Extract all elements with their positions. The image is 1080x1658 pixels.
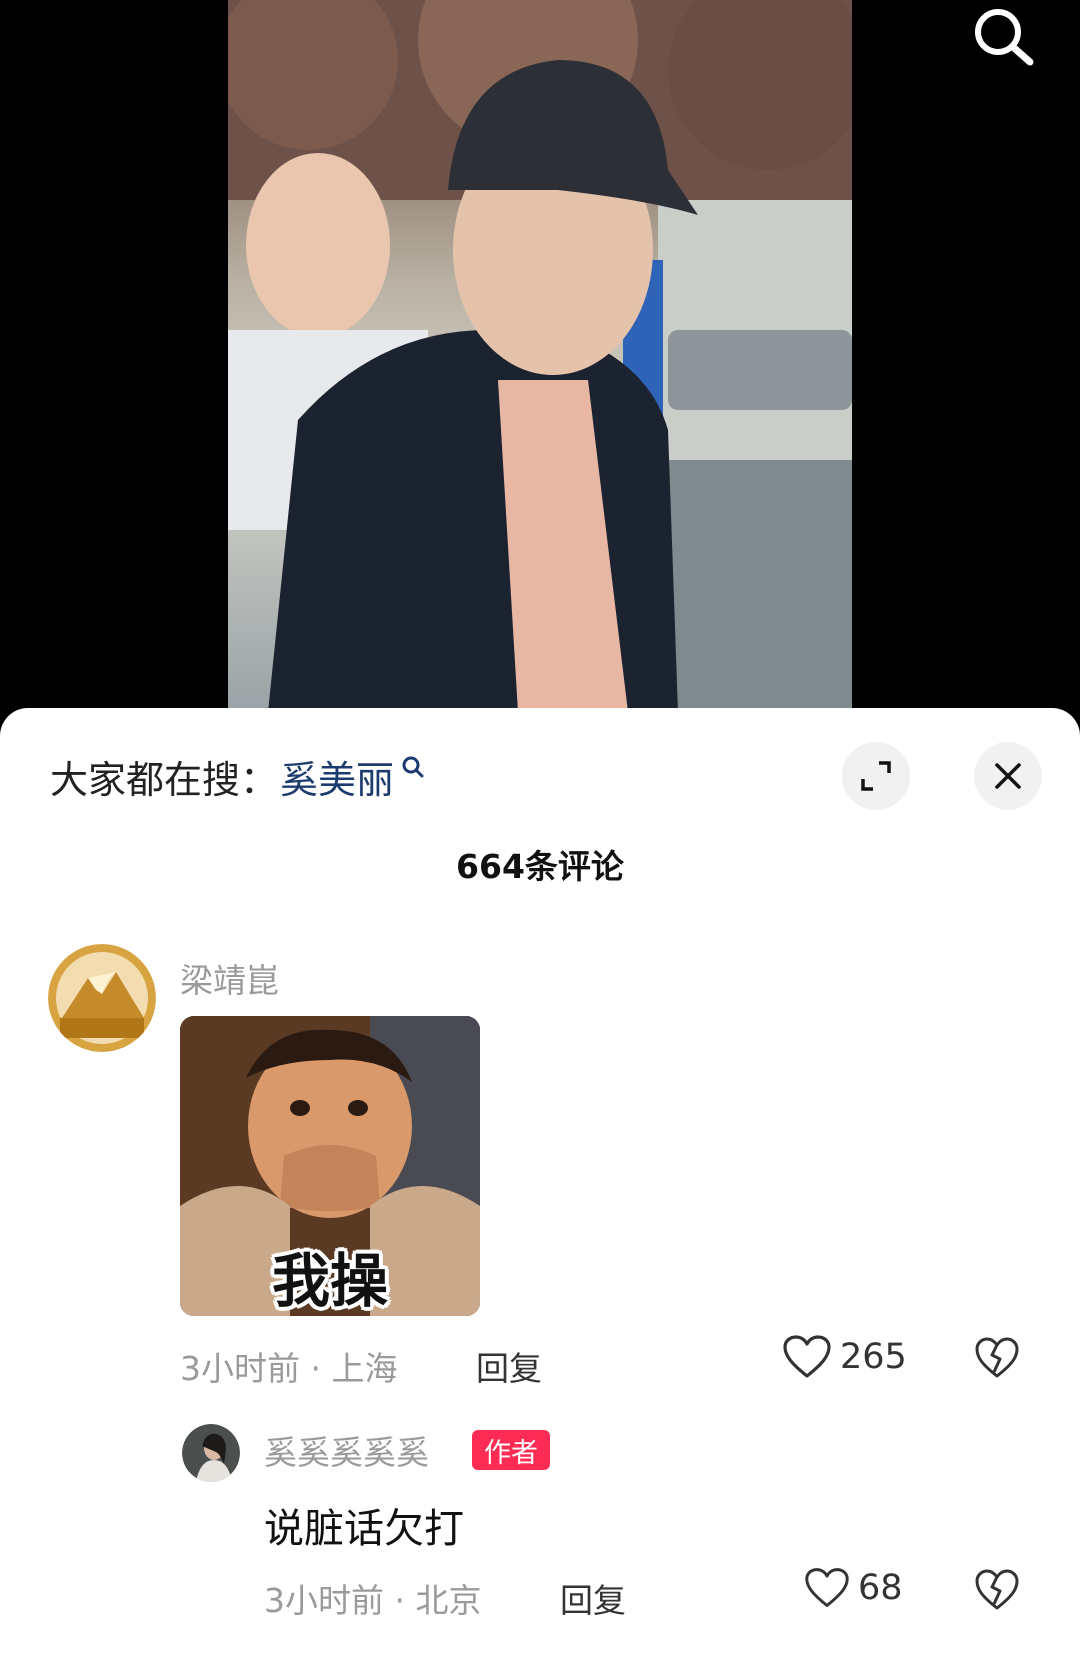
close-icon <box>995 763 1021 789</box>
trending-prefix: 大家都在搜： <box>50 757 279 802</box>
expand-button[interactable] <box>842 742 910 810</box>
author-badge: 作者 <box>472 1430 550 1470</box>
expand-icon <box>861 761 891 791</box>
reply-button[interactable]: 回复 <box>560 1574 626 1622</box>
comment-meme-image[interactable]: 我操 <box>180 1016 480 1316</box>
reply-username[interactable]: 奚奚奚奚奚 <box>264 1426 429 1474</box>
reply-avatar[interactable] <box>182 1424 240 1482</box>
broken-heart-icon <box>975 1569 1019 1610</box>
reply-text: 说脏话欠打 <box>264 1506 464 1552</box>
comment-count: 664条评论 <box>456 847 624 886</box>
heart-icon <box>805 1568 849 1607</box>
avatar-image <box>48 944 156 1052</box>
search-icon <box>402 756 424 778</box>
reply-button[interactable]: 回复 <box>476 1342 542 1390</box>
like-count: 68 <box>858 1568 903 1608</box>
like-button[interactable]: 265 <box>782 1334 907 1380</box>
trending-keyword-link[interactable]: 奚美丽 <box>280 749 394 804</box>
dislike-button[interactable] <box>974 1568 1020 1616</box>
meme-caption: 我操 <box>271 1247 388 1315</box>
avatar[interactable] <box>48 944 156 1052</box>
dislike-button[interactable] <box>974 1336 1020 1384</box>
broken-heart-icon <box>975 1337 1019 1378</box>
avatar-image <box>182 1424 240 1482</box>
video-frame[interactable] <box>228 0 852 712</box>
close-button[interactable] <box>974 742 1042 810</box>
video-still-image <box>228 0 852 712</box>
comment-meta: 3小时前 · 上海 <box>180 1349 398 1388</box>
like-count: 265 <box>840 1337 907 1377</box>
like-button[interactable]: 68 <box>804 1566 903 1610</box>
search-button[interactable] <box>968 4 1040 68</box>
comment-sheet: 大家都在搜： 奚美丽 664条评论 梁靖崑 我操 3小时前 · 上海 回复 26… <box>0 708 1080 1658</box>
video-player[interactable] <box>0 0 1080 712</box>
trending-search-bar[interactable]: 大家都在搜： 奚美丽 <box>50 748 426 804</box>
comment-username[interactable]: 梁靖崑 <box>180 954 279 1002</box>
search-icon <box>975 9 1034 66</box>
reply-meta: 3小时前 · 北京 <box>264 1581 482 1620</box>
heart-icon <box>783 1335 831 1378</box>
